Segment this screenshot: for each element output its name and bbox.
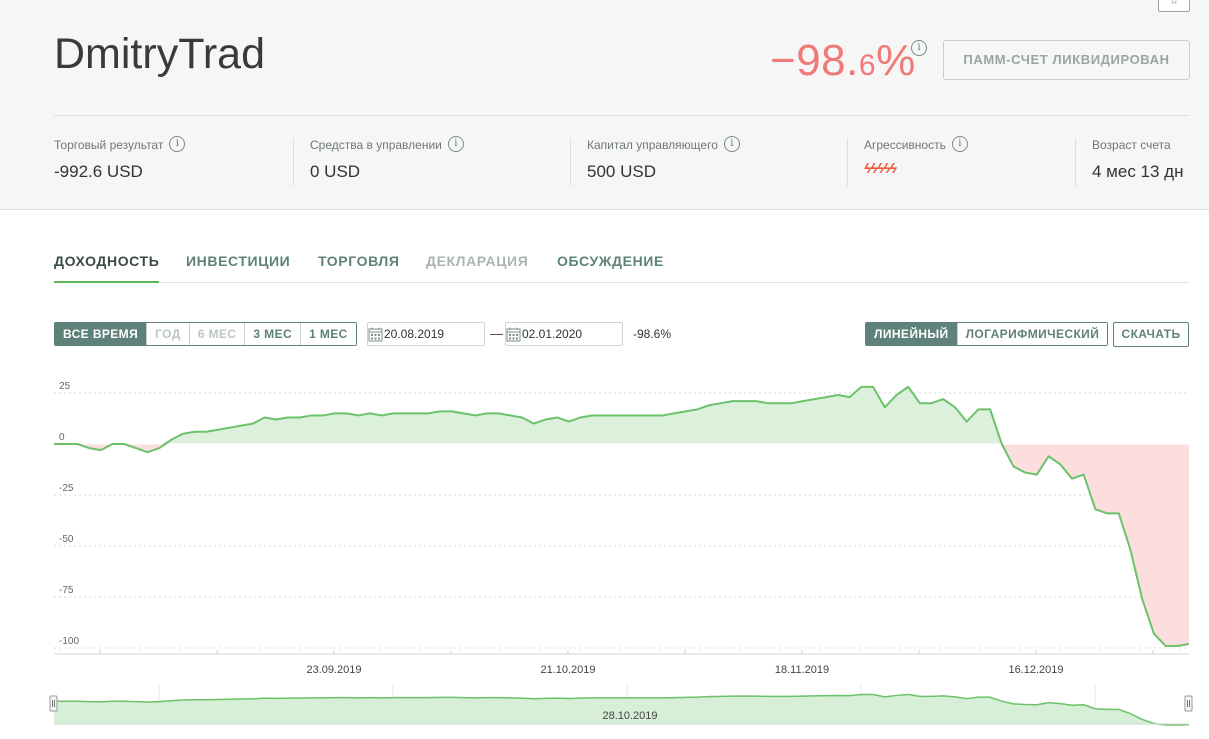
account-header: ☆ DmitryTrad −98.6% i ПАММ-СЧЕТ ЛИКВИДИР…: [0, 0, 1209, 210]
x-tick-label: 18.11.2019: [775, 664, 829, 676]
info-icon[interactable]: i: [169, 136, 186, 152]
header-divider: [54, 115, 1189, 116]
tab-bar: ДОХОДНОСТЬ ИНВЕСТИЦИИ ТОРГОВЛЯ ДЕКЛАРАЦИ…: [54, 252, 1189, 283]
period-1m-button[interactable]: 1 МЕС: [301, 323, 356, 345]
x-tick-label: 21.10.2019: [540, 664, 595, 676]
y-tick-label: -100: [59, 636, 79, 647]
total-return: −98.6%: [770, 36, 916, 85]
stat-divider: [570, 138, 571, 186]
y-tick-label: -25: [59, 483, 74, 494]
navigator-date-label: 28.10.2019: [602, 710, 657, 722]
stat-divider: [293, 138, 294, 186]
info-icon[interactable]: i: [447, 136, 464, 152]
range-return: -98.6%: [633, 327, 672, 341]
y-axis: 25 0 -25 -50 -75 -100: [59, 381, 79, 647]
period-selector: ВСЕ ВРЕМЯ ГОД 6 МЕС 3 МЕС 1 МЕС: [54, 322, 357, 346]
date-separator: —: [490, 326, 503, 341]
scale-linear-button[interactable]: ЛИНЕЙНЫЙ: [866, 323, 958, 345]
info-icon[interactable]: i: [951, 136, 968, 152]
navigator-handle-left[interactable]: [49, 695, 58, 712]
return-info-icon[interactable]: i: [911, 40, 927, 56]
tab-declaration[interactable]: ДЕКЛАРАЦИЯ: [426, 252, 528, 281]
stat-divider: [847, 138, 848, 186]
period-3m-button[interactable]: 3 МЕС: [245, 323, 302, 345]
tab-investments[interactable]: ИНВЕСТИЦИИ: [186, 252, 290, 281]
x-axis: 23.09.2019 21.10.2019 18.11.2019 16.12.2019: [306, 664, 1063, 676]
scale-log-button[interactable]: ЛОГАРИФМИЧЕСКИЙ: [957, 323, 1108, 345]
tab-profitability[interactable]: ДОХОДНОСТЬ: [54, 252, 160, 283]
y-tick-label: 0: [59, 432, 65, 443]
stat-account-age: Возраст счета 4 мес 13 дн: [1092, 138, 1184, 181]
stat-divider: [1075, 138, 1076, 186]
stat-manager-capital: Капитал управляющего i 500 USD: [587, 136, 740, 182]
y-tick-label: 25: [59, 381, 71, 392]
status-button: ПАММ-СЧЕТ ЛИКВИДИРОВАН: [943, 40, 1190, 80]
x-tick-label: 16.12.2019: [1008, 664, 1063, 676]
calendar-icon[interactable]: [506, 327, 521, 342]
date-from-input[interactable]: 20.08.2019: [367, 322, 485, 346]
date-to-input[interactable]: 02.01.2020: [505, 322, 623, 346]
period-year-button[interactable]: ГОД: [147, 323, 190, 345]
stat-funds-managed: Средства в управлении i 0 USD: [310, 136, 464, 182]
calendar-icon[interactable]: [368, 327, 383, 342]
lightning-icon: ϟϟϟϟϟ: [864, 160, 897, 176]
yield-chart[interactable]: 25 0 -25 -50 -75 -100 23.09.2019 21.10.2019 18.…: [0, 370, 1209, 690]
info-icon[interactable]: i: [723, 136, 740, 152]
x-tick-label: 23.09.2019: [306, 664, 361, 676]
navigator[interactable]: 28.10.2019: [0, 685, 1209, 735]
period-all-time-button[interactable]: ВСЕ ВРЕМЯ: [55, 323, 148, 345]
tab-trading[interactable]: ТОРГОВЛЯ: [318, 252, 400, 281]
star-icon: ☆: [1169, 0, 1179, 7]
stat-aggressiveness: Агрессивность i ϟϟϟϟϟ: [864, 136, 968, 176]
favorite-button[interactable]: ☆: [1158, 0, 1190, 12]
y-tick-label: -75: [59, 585, 74, 596]
account-title: DmitryTrad: [54, 30, 266, 78]
scale-selector: ЛИНЕЙНЫЙ ЛОГАРИФМИЧЕСКИЙ: [865, 322, 1109, 346]
period-6m-button[interactable]: 6 МЕС: [189, 323, 246, 345]
navigator-handle-right[interactable]: [1184, 695, 1193, 712]
y-tick-label: -50: [59, 534, 74, 545]
tab-discussion[interactable]: ОБСУЖДЕНИЕ: [557, 252, 664, 281]
download-button[interactable]: СКАЧАТЬ: [1113, 322, 1189, 347]
area-negative: [54, 444, 1189, 646]
stat-trading-result: Торговый результат i -992.6 USD: [54, 136, 186, 182]
